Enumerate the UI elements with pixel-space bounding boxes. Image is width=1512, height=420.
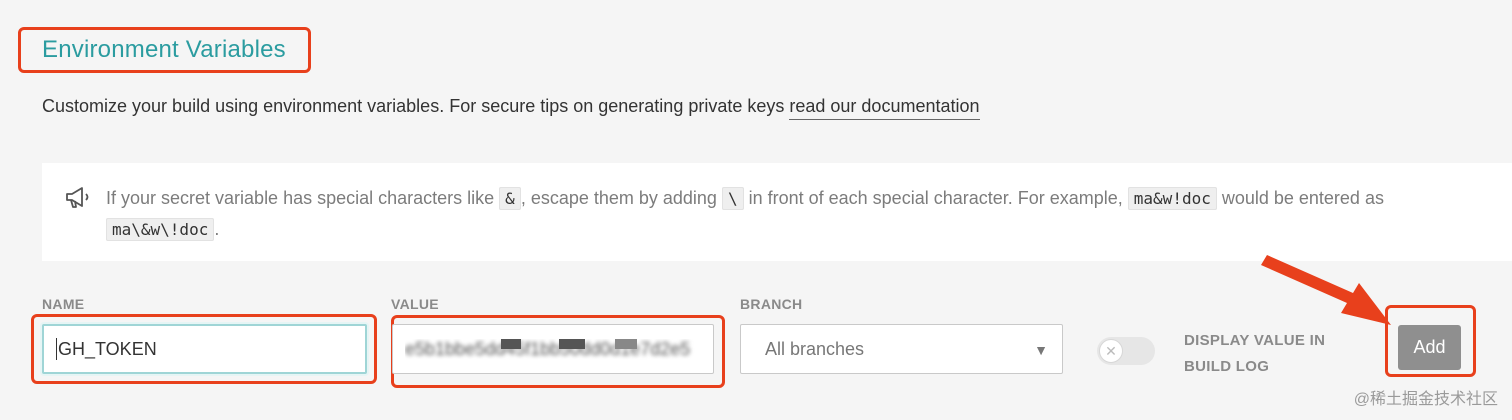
intro-text: Customize your build using environment v… bbox=[42, 96, 980, 120]
add-button[interactable]: Add bbox=[1398, 325, 1461, 370]
notice-text-2: , escape them by adding bbox=[520, 188, 722, 208]
watermark: @稀土掘金技术社区 bbox=[1353, 391, 1498, 408]
annotation-arrow-icon bbox=[1261, 255, 1391, 325]
notice-text-1: If your secret variable has special char… bbox=[106, 188, 500, 208]
display-value-label-line-2: BUILD LOG bbox=[1184, 358, 1270, 375]
redaction-block bbox=[501, 338, 521, 349]
name-input[interactable]: GH_TOKEN bbox=[42, 324, 367, 374]
redaction-block bbox=[559, 338, 585, 349]
branch-select[interactable]: All branches ▼ bbox=[740, 324, 1063, 374]
value-input-text: e5b1bbe5dd45f1bb50dd0d1e7d2e5 bbox=[405, 338, 691, 359]
branch-label: BRANCH bbox=[740, 296, 803, 312]
close-icon: ✕ bbox=[1099, 339, 1123, 363]
text-cursor bbox=[56, 338, 57, 360]
code-backslash: \ bbox=[721, 187, 744, 210]
value-input-value: e5b1bbe5dd45f1bb50dd0d1e7d2e5 bbox=[405, 338, 701, 360]
special-characters-notice: If your secret variable has special char… bbox=[42, 163, 1512, 261]
redaction-block bbox=[615, 338, 637, 349]
display-value-toggle[interactable]: ✕ bbox=[1097, 337, 1155, 365]
code-example-input: ma&w!doc bbox=[1127, 187, 1217, 210]
code-ampersand: & bbox=[499, 187, 521, 210]
value-input[interactable]: e5b1bbe5dd45f1bb50dd0d1e7d2e5 bbox=[392, 324, 714, 374]
intro-copy: Customize your build using environment v… bbox=[42, 96, 790, 116]
notice-text-3: in front of each special character. For … bbox=[743, 188, 1128, 208]
name-input-value: GH_TOKEN bbox=[58, 338, 157, 359]
megaphone-icon bbox=[66, 187, 89, 208]
display-value-label: DISPLAY VALUE IN BUILD LOG bbox=[1184, 328, 1325, 380]
page-title: Environment Variables bbox=[42, 36, 286, 63]
value-label: VALUE bbox=[391, 296, 439, 312]
code-example-escaped: ma\&w\!doc bbox=[106, 218, 215, 241]
notice-text-4: would be entered as bbox=[1216, 188, 1384, 208]
name-label: NAME bbox=[42, 296, 85, 312]
chevron-down-icon: ▼ bbox=[1034, 342, 1048, 358]
notice-text: If your secret variable has special char… bbox=[106, 183, 1486, 245]
branch-select-value: All branches bbox=[765, 338, 865, 359]
documentation-link[interactable]: read our documentation bbox=[789, 96, 980, 120]
notice-text-5: . bbox=[214, 219, 220, 239]
